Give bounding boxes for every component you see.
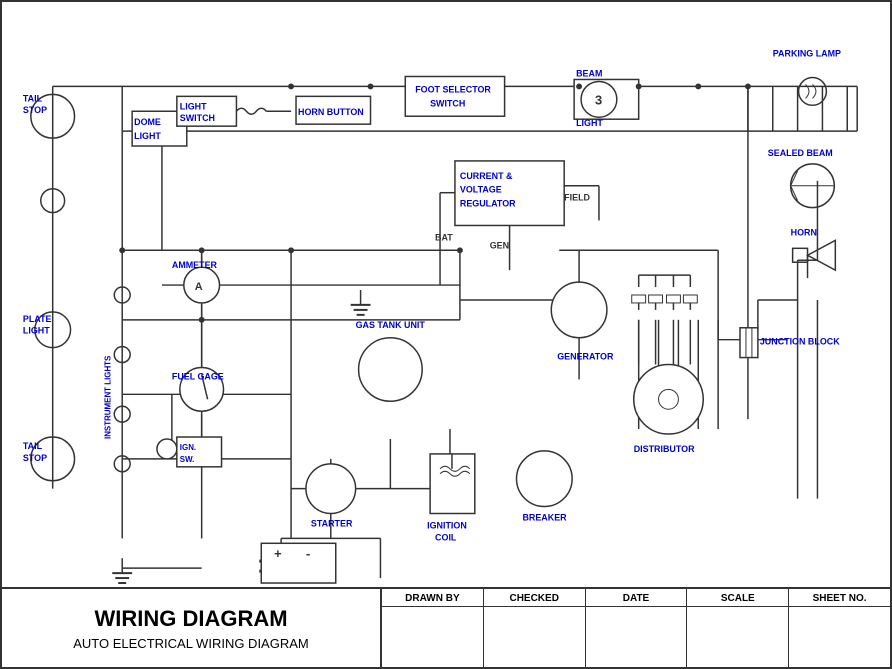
wiring-diagram-title: WIRING DIAGRAM bbox=[94, 606, 287, 632]
svg-text:HORN BUTTON: HORN BUTTON bbox=[298, 107, 364, 117]
title-block: WIRING DIAGRAM AUTO ELECTRICAL WIRING DI… bbox=[2, 587, 890, 667]
svg-text:BAT: BAT bbox=[435, 232, 453, 242]
scale-value bbox=[687, 607, 788, 667]
svg-text:DOME: DOME bbox=[134, 117, 161, 127]
svg-text:GENERATOR: GENERATOR bbox=[557, 352, 614, 362]
sheet-no-field: SHEET NO. bbox=[789, 589, 890, 667]
svg-text:SEALED BEAM: SEALED BEAM bbox=[768, 148, 833, 158]
svg-text:VOLTAGE: VOLTAGE bbox=[460, 185, 502, 195]
svg-text:SWITCH: SWITCH bbox=[430, 98, 465, 108]
svg-text:HORN: HORN bbox=[791, 227, 817, 237]
svg-text:INSTRUMENT LIGHTS: INSTRUMENT LIGHTS bbox=[103, 356, 112, 439]
svg-text:PLATE: PLATE bbox=[23, 314, 52, 324]
svg-text:COIL: COIL bbox=[435, 532, 457, 542]
svg-text:REGULATOR: REGULATOR bbox=[460, 199, 516, 209]
svg-text:-: - bbox=[306, 546, 310, 561]
svg-text:LIGHT: LIGHT bbox=[180, 101, 207, 111]
svg-text:SW.: SW. bbox=[180, 455, 195, 464]
svg-text:BREAKER: BREAKER bbox=[522, 512, 567, 522]
svg-text:LIGHT: LIGHT bbox=[576, 118, 603, 128]
checked-label: CHECKED bbox=[484, 589, 585, 607]
svg-text:FUEL GAGE: FUEL GAGE bbox=[172, 371, 224, 381]
wiring-diagram-subtitle: AUTO ELECTRICAL WIRING DIAGRAM bbox=[73, 636, 308, 651]
checked-value bbox=[484, 607, 585, 667]
drawn-by-field: DRAWN BY bbox=[382, 589, 484, 667]
svg-text:DISTRIBUTOR: DISTRIBUTOR bbox=[634, 444, 695, 454]
date-field: DATE bbox=[586, 589, 688, 667]
svg-text:FIELD: FIELD bbox=[564, 193, 590, 203]
svg-text:GAS TANK UNIT: GAS TANK UNIT bbox=[356, 320, 426, 330]
sheet-no-value bbox=[789, 607, 890, 667]
svg-text:STARTER: STARTER bbox=[311, 518, 353, 528]
scale-label: SCALE bbox=[687, 589, 788, 607]
main-container: TAIL STOP DOME LIGHT LIGHT SWITCH HORN B… bbox=[0, 0, 892, 669]
svg-text:GEN: GEN bbox=[490, 240, 509, 250]
drawn-by-label: DRAWN BY bbox=[382, 589, 483, 607]
svg-text:A: A bbox=[195, 281, 203, 293]
svg-text:AMMETER: AMMETER bbox=[172, 260, 218, 270]
title-main: WIRING DIAGRAM AUTO ELECTRICAL WIRING DI… bbox=[2, 589, 382, 667]
svg-text:3: 3 bbox=[595, 92, 602, 107]
diagram-area: TAIL STOP DOME LIGHT LIGHT SWITCH HORN B… bbox=[2, 2, 890, 587]
svg-text:SWITCH: SWITCH bbox=[180, 113, 215, 123]
svg-text:LIGHT: LIGHT bbox=[134, 131, 161, 141]
svg-text:CURRENT &: CURRENT & bbox=[460, 171, 513, 181]
date-value bbox=[586, 607, 687, 667]
title-fields: DRAWN BY CHECKED DATE SCALE SHEET NO. bbox=[382, 589, 890, 667]
svg-text:STOP: STOP bbox=[23, 105, 47, 115]
svg-text:STOP: STOP bbox=[23, 453, 47, 463]
svg-text:IGNITION: IGNITION bbox=[427, 520, 467, 530]
svg-text:BEAM: BEAM bbox=[576, 68, 602, 78]
scale-field: SCALE bbox=[687, 589, 789, 667]
svg-text:FOOT SELECTOR: FOOT SELECTOR bbox=[415, 84, 491, 94]
svg-text:PARKING LAMP: PARKING LAMP bbox=[773, 49, 841, 59]
svg-text:+: + bbox=[274, 546, 282, 561]
svg-text:LIGHT: LIGHT bbox=[23, 326, 50, 336]
svg-text:IGN.: IGN. bbox=[180, 443, 196, 452]
sheet-no-label: SHEET NO. bbox=[789, 589, 890, 607]
drawn-by-value bbox=[382, 607, 483, 667]
svg-text:JUNCTION BLOCK: JUNCTION BLOCK bbox=[760, 337, 840, 347]
svg-text:TAIL: TAIL bbox=[23, 93, 43, 103]
svg-text:TAIL: TAIL bbox=[23, 441, 43, 451]
checked-field: CHECKED bbox=[484, 589, 586, 667]
date-label: DATE bbox=[586, 589, 687, 607]
